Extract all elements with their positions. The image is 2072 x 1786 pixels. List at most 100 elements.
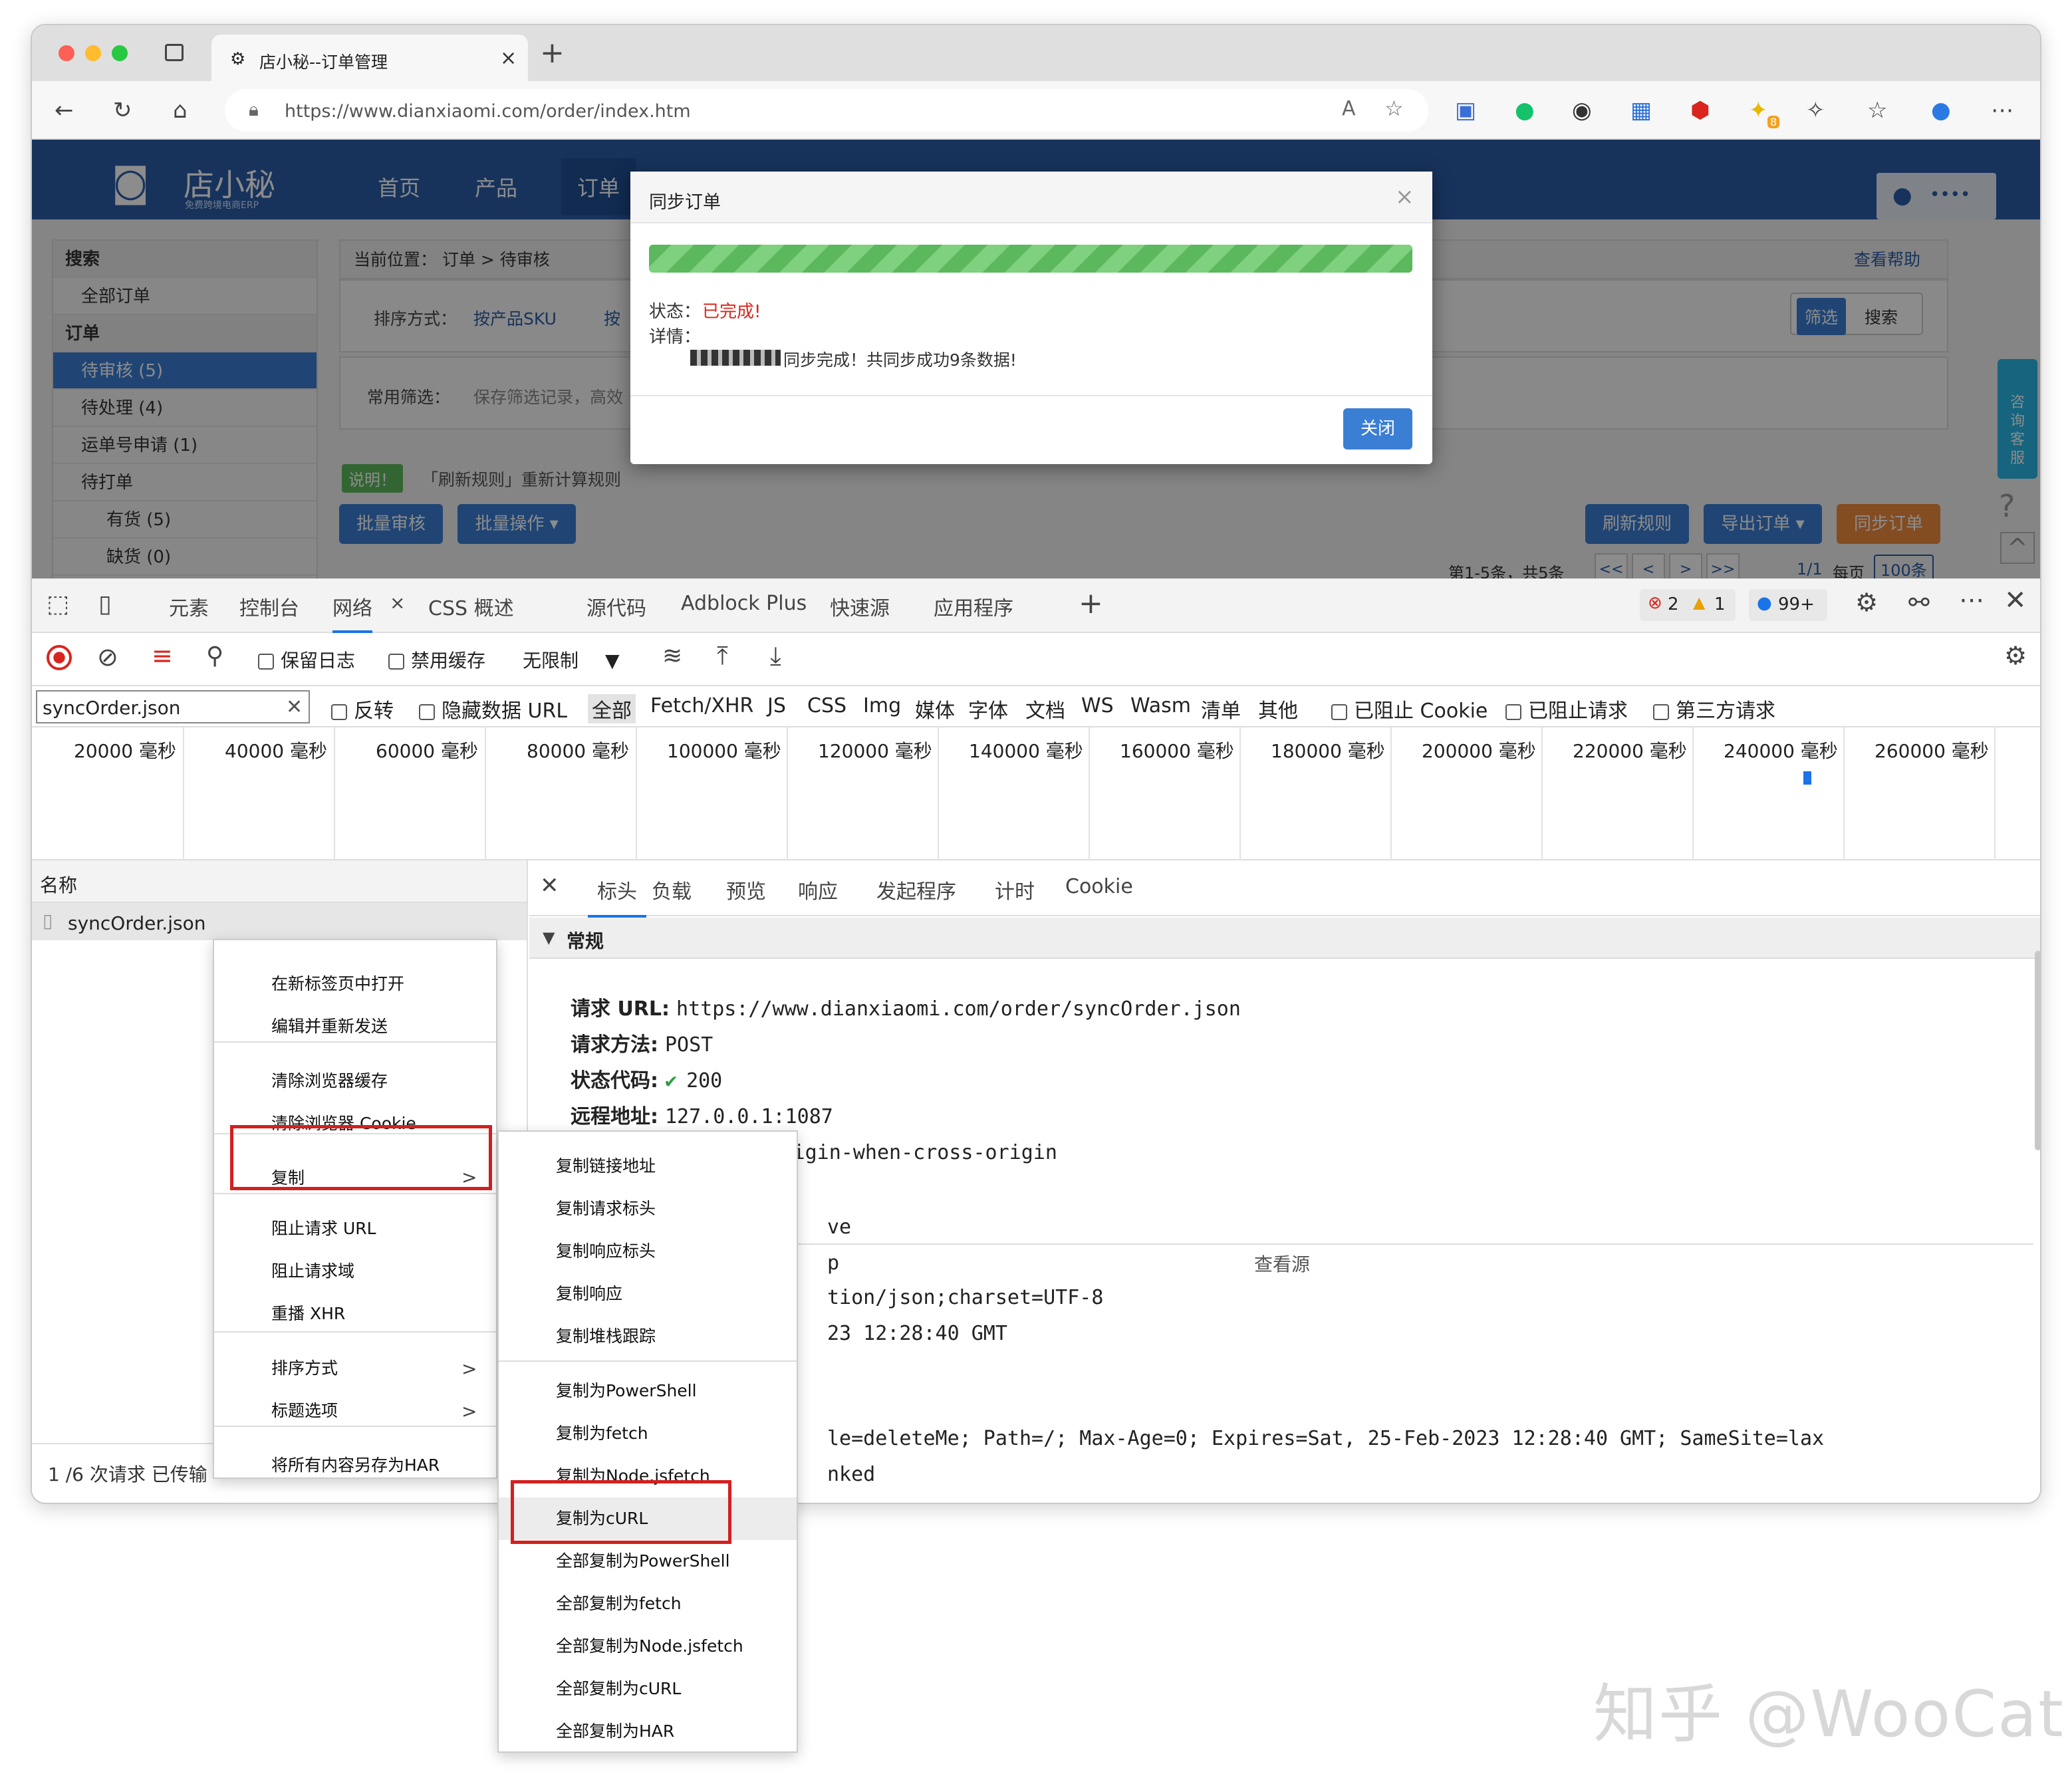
disable-cache-checkbox[interactable]: 禁用缓存: [388, 646, 485, 673]
devtools-tab-5[interactable]: Adblock Plus: [681, 592, 807, 615]
lightbulb-ext-icon[interactable]: ✦: [1749, 97, 1768, 124]
filter-icon[interactable]: ≡: [152, 641, 173, 670]
home-icon[interactable]: ⌂: [173, 97, 188, 124]
dock-side-icon[interactable]: ⚯: [1908, 588, 1930, 617]
url-field[interactable]: 🔒︎ https://www.dianxiaomi.com/order/inde…: [225, 89, 1428, 132]
devtools-tab-7[interactable]: 应用程序: [934, 592, 1013, 621]
view-source-link[interactable]: 查看源: [1254, 1250, 1310, 1277]
filter-type-10[interactable]: 清单: [1201, 694, 1241, 723]
devtools-tab-6[interactable]: 快速源: [830, 592, 890, 621]
dialog-close-icon[interactable]: ×: [1395, 184, 1414, 210]
tab-actions-icon[interactable]: [165, 44, 184, 61]
context-menu-item-0[interactable]: 在新标签页中打开: [214, 963, 496, 1005]
translate-ext-icon[interactable]: ▣: [1455, 97, 1476, 124]
invert-checkbox[interactable]: 反转: [331, 694, 394, 723]
devtools-tab-0[interactable]: 元素: [169, 592, 209, 621]
network-settings-icon[interactable]: ⚙: [2004, 641, 2027, 670]
filter-type-11[interactable]: 其他: [1258, 694, 1298, 723]
close-devtools-icon[interactable]: ✕: [2004, 585, 2027, 616]
record-icon[interactable]: [47, 645, 72, 670]
copy-submenu-item-12[interactable]: 全部复制为cURL: [499, 1668, 797, 1710]
export-har-icon[interactable]: ⤓: [770, 641, 781, 671]
detail-tab-2[interactable]: 预览: [726, 875, 766, 904]
issues-counter[interactable]: ⊗ 2 ▲ 1: [1640, 589, 1736, 621]
detail-tab-0[interactable]: 标头: [588, 875, 646, 918]
filter-type-7[interactable]: 文档: [1025, 694, 1065, 723]
copy-submenu-item-5[interactable]: 复制为PowerShell: [499, 1370, 797, 1412]
tab-active[interactable]: ⚙ 店小秘--订单管理 ×: [211, 35, 528, 82]
context-menu-item-8[interactable]: 排序方式: [214, 1347, 496, 1390]
clear-icon[interactable]: ⊘: [97, 642, 118, 672]
filter-type-5[interactable]: 媒体: [915, 694, 955, 723]
devtools-tab-2[interactable]: 网络: [332, 592, 372, 633]
close-window-button[interactable]: [59, 45, 74, 61]
network-conditions-icon[interactable]: ≋: [662, 642, 682, 670]
context-menu-item-7[interactable]: 重播 XHR: [214, 1293, 496, 1335]
settings-gear-icon[interactable]: ⚙: [1855, 588, 1878, 617]
grammarly-ext-icon[interactable]: ●: [1515, 97, 1535, 124]
dialog-close-button[interactable]: 关闭: [1343, 408, 1412, 449]
close-details-icon[interactable]: ✕: [540, 872, 559, 899]
detail-tab-5[interactable]: 计时: [995, 875, 1035, 904]
context-menu-item-5[interactable]: 阻止请求 URL: [214, 1208, 496, 1250]
copy-submenu-item-2[interactable]: 复制响应标头: [499, 1230, 797, 1273]
profile-icon[interactable]: ●: [1931, 97, 1951, 124]
filter-type-0[interactable]: 全部: [588, 694, 636, 723]
copy-submenu-item-4[interactable]: 复制堆栈跟踪: [499, 1315, 797, 1358]
extensions-puzzle-icon[interactable]: ✧: [1806, 97, 1825, 124]
context-menu-item-2[interactable]: 清除浏览器缓存: [214, 1060, 496, 1102]
copy-submenu-item-13[interactable]: 全部复制为HAR: [499, 1710, 797, 1753]
context-menu-item-6[interactable]: 阻止请求域: [214, 1250, 496, 1293]
filter-type-8[interactable]: WS: [1081, 694, 1114, 717]
devtools-tab-4[interactable]: 源代码: [586, 592, 646, 621]
detail-tab-4[interactable]: 发起程序: [876, 875, 956, 904]
clear-filter-icon[interactable]: ✕: [286, 696, 303, 719]
adblock-ext-icon[interactable]: ⬢: [1690, 97, 1710, 124]
read-aloud-icon[interactable]: A: [1342, 97, 1356, 120]
inspect-element-icon[interactable]: ⬚: [47, 590, 69, 618]
favorites-icon[interactable]: ☆: [1867, 97, 1887, 124]
request-row[interactable]: ▯ syncOrder.json: [32, 903, 527, 940]
preserve-log-checkbox[interactable]: 保留日志: [258, 646, 355, 673]
filter-input[interactable]: syncOrder.json ✕: [36, 690, 310, 723]
device-toolbar-icon[interactable]: ▯: [98, 590, 112, 618]
devtools-tab-3[interactable]: CSS 概述: [428, 592, 514, 621]
third-party-checkbox[interactable]: 第三方请求: [1653, 694, 1775, 723]
ext-icon-3[interactable]: ◉: [1572, 97, 1592, 124]
messages-counter[interactable]: ● 99+: [1749, 589, 1827, 621]
more-menu-icon[interactable]: ⋯: [1991, 97, 2013, 124]
network-tab-close-icon[interactable]: ×: [390, 592, 405, 614]
more-tabs-plus-icon[interactable]: +: [1079, 586, 1103, 620]
zoom-window-button[interactable]: [112, 45, 128, 61]
copy-submenu-item-6[interactable]: 复制为fetch: [499, 1412, 797, 1455]
devtools-tab-1[interactable]: 控制台: [239, 592, 299, 621]
general-section-header[interactable]: ▼ 常规: [529, 918, 2040, 959]
copy-submenu-item-9[interactable]: 全部复制为PowerShell: [499, 1540, 797, 1583]
search-icon[interactable]: ⚲: [206, 642, 223, 670]
blocked-requests-checkbox[interactable]: 已阻止请求: [1505, 694, 1628, 723]
throttle-select[interactable]: 无限制 ▼: [523, 646, 620, 673]
blocked-cookies-checkbox[interactable]: 已阻止 Cookie: [1331, 694, 1488, 723]
minimize-window-button[interactable]: [85, 45, 101, 61]
copy-submenu-item-3[interactable]: 复制响应: [499, 1273, 797, 1315]
ext-icon-4[interactable]: ▦: [1630, 97, 1652, 124]
favorite-star-icon[interactable]: ☆: [1384, 96, 1404, 121]
copy-submenu-item-0[interactable]: 复制链接地址: [499, 1145, 797, 1188]
more-options-icon[interactable]: ⋯: [1959, 585, 1984, 614]
detail-tab-3[interactable]: 响应: [798, 875, 838, 904]
copy-submenu-item-1[interactable]: 复制请求标头: [499, 1188, 797, 1230]
filter-type-3[interactable]: CSS: [807, 694, 846, 717]
import-har-icon[interactable]: ⤒: [717, 641, 728, 671]
copy-submenu-item-10[interactable]: 全部复制为fetch: [499, 1583, 797, 1625]
detail-tab-1[interactable]: 负载: [652, 875, 692, 904]
filter-type-1[interactable]: Fetch/XHR: [650, 694, 753, 717]
tab-close-icon[interactable]: ×: [500, 47, 517, 70]
filter-type-9[interactable]: Wasm: [1130, 694, 1191, 717]
copy-submenu-item-11[interactable]: 全部复制为Node.jsfetch: [499, 1625, 797, 1668]
detail-scrollbar[interactable]: [2035, 951, 2040, 1150]
new-tab-button[interactable]: +: [540, 36, 565, 70]
filter-type-6[interactable]: 字体: [968, 694, 1008, 723]
context-menu-item-10[interactable]: 将所有内容另存为HAR: [214, 1444, 496, 1487]
filter-type-2[interactable]: JS: [767, 694, 786, 717]
name-column-header[interactable]: 名称: [40, 871, 77, 898]
